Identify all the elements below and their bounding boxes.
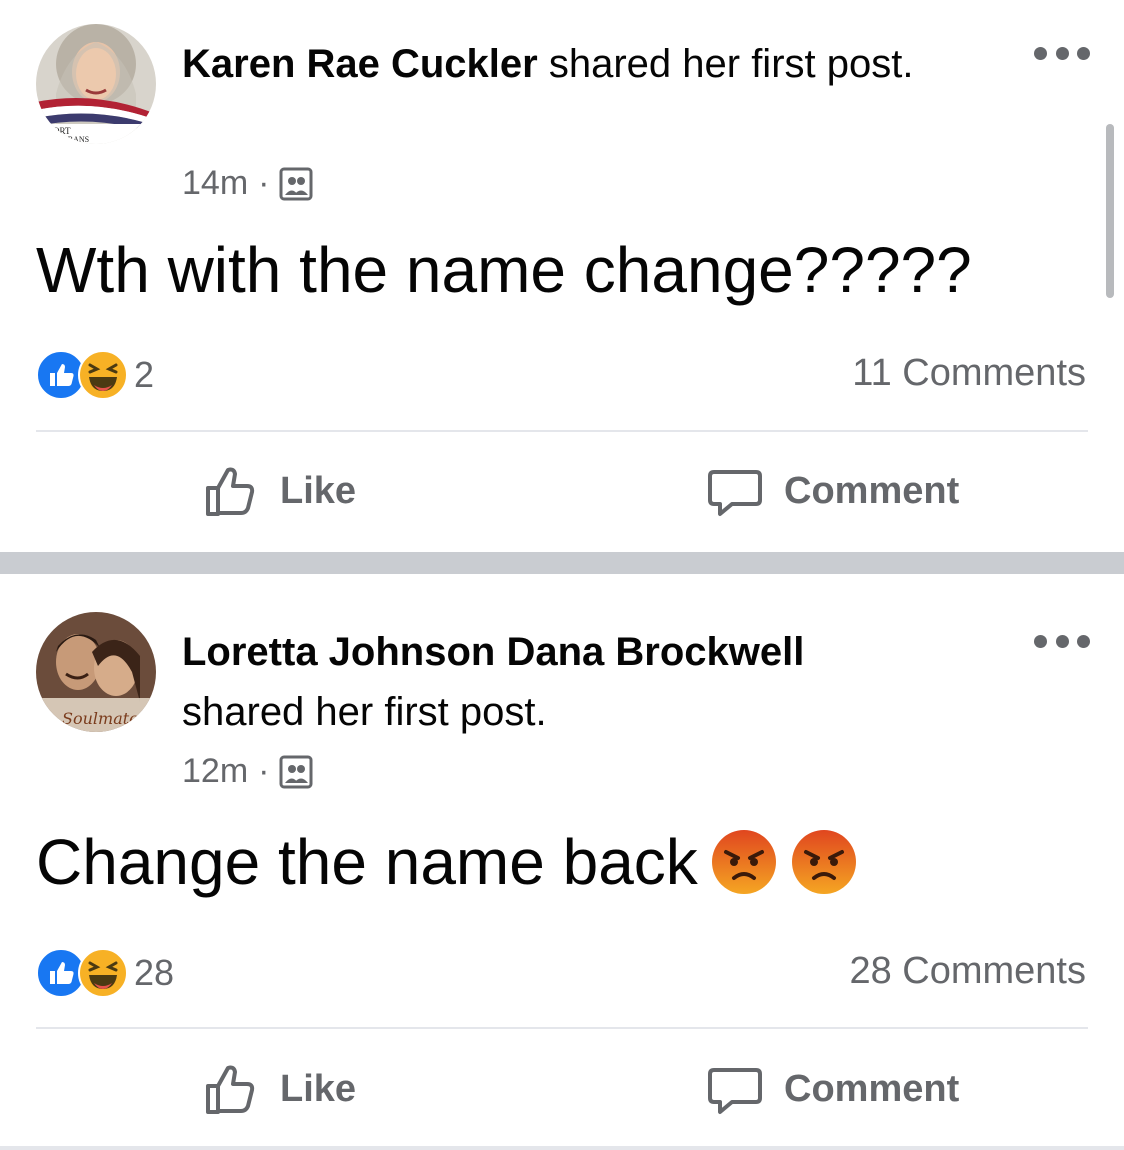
- author-name[interactable]: Loretta Johnson Dana Brockwell: [182, 630, 804, 674]
- post-card: PORT TERANS Karen Rae Cuckler shared her…: [0, 0, 1124, 552]
- meta-separator: ·: [258, 164, 270, 202]
- more-options-icon[interactable]: [1034, 634, 1090, 648]
- like-button[interactable]: Like: [202, 1060, 356, 1118]
- comments-count[interactable]: 11 Comments: [852, 352, 1086, 395]
- post-meta: 14m ·: [182, 164, 313, 203]
- like-button[interactable]: Like: [202, 462, 356, 520]
- comment-label: Comment: [784, 1067, 960, 1110]
- action-text: shared her first post.: [182, 690, 547, 734]
- post-header: Loretta Johnson Dana Brockwell shared he…: [182, 622, 982, 742]
- angry-face-emoji: [710, 828, 778, 896]
- avatar-caption: TERANS: [58, 135, 89, 144]
- post-separator: [0, 552, 1124, 574]
- thumbs-up-icon: [206, 1065, 255, 1114]
- group-icon: [279, 167, 313, 201]
- reaction-summary[interactable]: 28: [36, 948, 174, 998]
- post-text: Wth with the name change?????: [36, 234, 972, 306]
- comments-count[interactable]: 28 Comments: [849, 950, 1086, 993]
- post-body: Wth with the name change?????: [36, 230, 972, 310]
- comment-button[interactable]: Comment: [706, 462, 959, 520]
- avatar[interactable]: PORT TERANS: [36, 24, 156, 144]
- avatar-caption: Soulmates: [62, 709, 147, 728]
- meta-separator: ·: [258, 752, 270, 790]
- divider: [0, 1146, 1124, 1150]
- reaction-count: 2: [134, 354, 155, 395]
- post-body: Change the name back: [36, 822, 858, 902]
- reaction-summary[interactable]: 2: [36, 350, 154, 400]
- post-card: Soulmates Loretta Johnson Dana Brockwell…: [0, 574, 1124, 1150]
- more-options-icon[interactable]: [1034, 46, 1090, 60]
- thumbs-up-icon: [206, 467, 255, 516]
- comment-icon: [708, 1068, 762, 1114]
- comment-button[interactable]: Comment: [706, 1060, 959, 1118]
- timestamp[interactable]: 14m: [182, 164, 248, 203]
- angry-face-emoji: [790, 828, 858, 896]
- post-text: Change the name back: [36, 826, 698, 898]
- author-name[interactable]: Karen Rae Cuckler: [182, 42, 538, 86]
- avatar[interactable]: Soulmates: [36, 612, 156, 732]
- comment-label: Comment: [784, 469, 960, 512]
- haha-icon: [78, 350, 128, 400]
- divider: [36, 1027, 1088, 1029]
- group-icon: [279, 755, 313, 789]
- action-text: shared her first post.: [537, 42, 914, 86]
- reaction-count: 28: [134, 952, 175, 993]
- like-label: Like: [280, 1067, 357, 1110]
- comment-icon: [708, 470, 762, 516]
- post-meta: 12m ·: [182, 752, 313, 791]
- scrollbar[interactable]: [1106, 124, 1114, 298]
- divider: [36, 430, 1088, 432]
- timestamp[interactable]: 12m: [182, 752, 248, 791]
- haha-icon: [78, 948, 128, 998]
- like-label: Like: [280, 469, 357, 512]
- post-header: Karen Rae Cuckler shared her first post.: [182, 34, 942, 94]
